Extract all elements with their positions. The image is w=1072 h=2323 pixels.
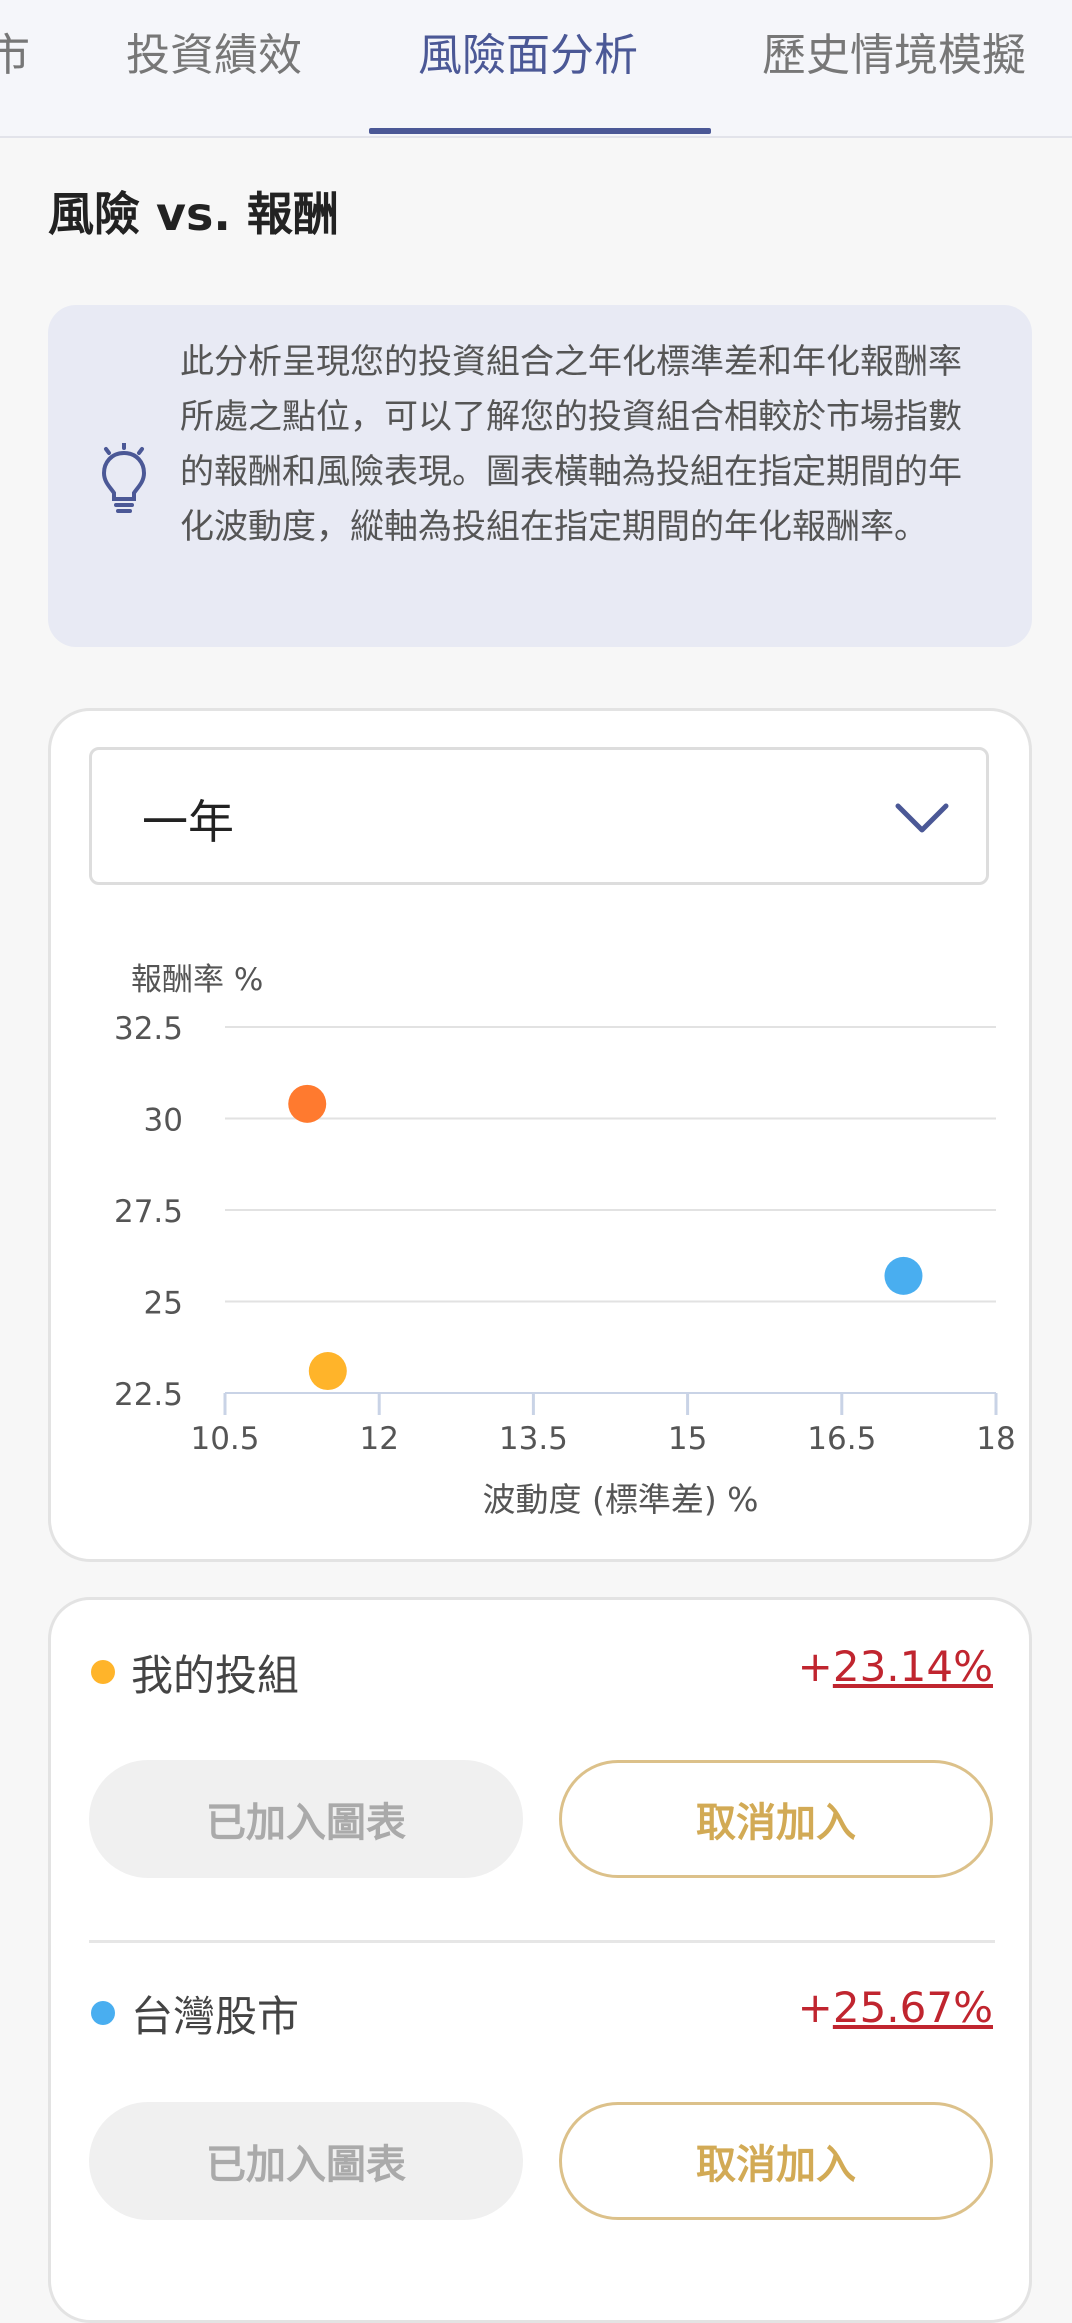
x-tick-label: 16.5 <box>807 1421 876 1457</box>
portfolio-return: +25.67% <box>798 1983 993 2032</box>
tab-bar: 市 投資績效 風險面分析 歷史情境模擬 <box>0 0 1072 138</box>
cancel-add-button[interactable]: 取消加入 <box>559 2102 993 2220</box>
scatter-chart: 32.5 30 27.5 25 22.510.5 12 13.5 15 16.5 18 報酬率 % 波… <box>114 962 1016 1519</box>
active-tab-indicator <box>369 128 711 134</box>
x-tick-label: 15 <box>668 1421 707 1457</box>
portfolio-return: +23.14% <box>798 1642 993 1691</box>
tab-market[interactable]: 市 <box>0 0 30 136</box>
portfolio-name: 台灣股市 <box>131 1992 300 2041</box>
y-tick-label: 22.5 <box>114 1377 183 1413</box>
x-tick-label: 10.5 <box>190 1421 259 1457</box>
cancel-add-button[interactable]: 取消加入 <box>559 1760 993 1878</box>
legend-dot <box>91 2001 115 2025</box>
return-sign: + <box>797 1642 833 1691</box>
return-sign: + <box>797 1983 833 2032</box>
info-box: 此分析呈現您的投資組合之年化標準差和年化報酬率所處之點位，可以了解您的投資組合相… <box>48 305 1032 647</box>
tab-historical-scenario[interactable]: 歷史情境模擬 <box>762 0 1026 136</box>
x-tick-label: 13.5 <box>499 1421 568 1457</box>
tab-risk-analysis[interactable]: 風險面分析 <box>418 0 638 136</box>
lightbulb-icon <box>101 443 147 513</box>
added-to-chart-button[interactable]: 已加入圖表 <box>89 2102 523 2220</box>
data-point <box>308 1352 347 1391</box>
portfolio-list-card: 我的投組 +23.14% 已加入圖表 取消加入 台灣股市 +25.67% 已加入… <box>48 1597 1032 2323</box>
return-value[interactable]: 25.67% <box>833 1983 993 2032</box>
legend-dot <box>91 1660 115 1684</box>
y-tick-label: 27.5 <box>114 1194 183 1230</box>
added-to-chart-button[interactable]: 已加入圖表 <box>89 1760 523 1878</box>
x-tick-label: 12 <box>359 1421 398 1457</box>
x-axis-label: 波動度 (標準差) % <box>482 1480 758 1519</box>
y-tick-label: 25 <box>144 1286 183 1322</box>
data-point <box>288 1084 327 1123</box>
section-title: 風險 vs. 報酬 <box>48 187 339 241</box>
chart-card: 一年 32.5 30 27.5 25 22.5 10.5 12 13.5 15 16.5 18 報酬率… <box>48 708 1032 1562</box>
y-tick-label: 32.5 <box>114 1011 183 1047</box>
x-tick-label: 18 <box>976 1421 1015 1457</box>
y-axis-label: 報酬率 % <box>131 962 263 998</box>
y-tick-label: 30 <box>144 1103 183 1139</box>
portfolio-name: 我的投組 <box>131 1651 300 1700</box>
return-value[interactable]: 23.14% <box>833 1642 993 1691</box>
data-point <box>884 1256 923 1295</box>
info-text: 此分析呈現您的投資組合之年化標準差和年化報酬率所處之點位，可以了解您的投資組合相… <box>180 342 962 547</box>
divider <box>89 1940 995 1943</box>
tab-performance[interactable]: 投資績效 <box>126 0 302 136</box>
